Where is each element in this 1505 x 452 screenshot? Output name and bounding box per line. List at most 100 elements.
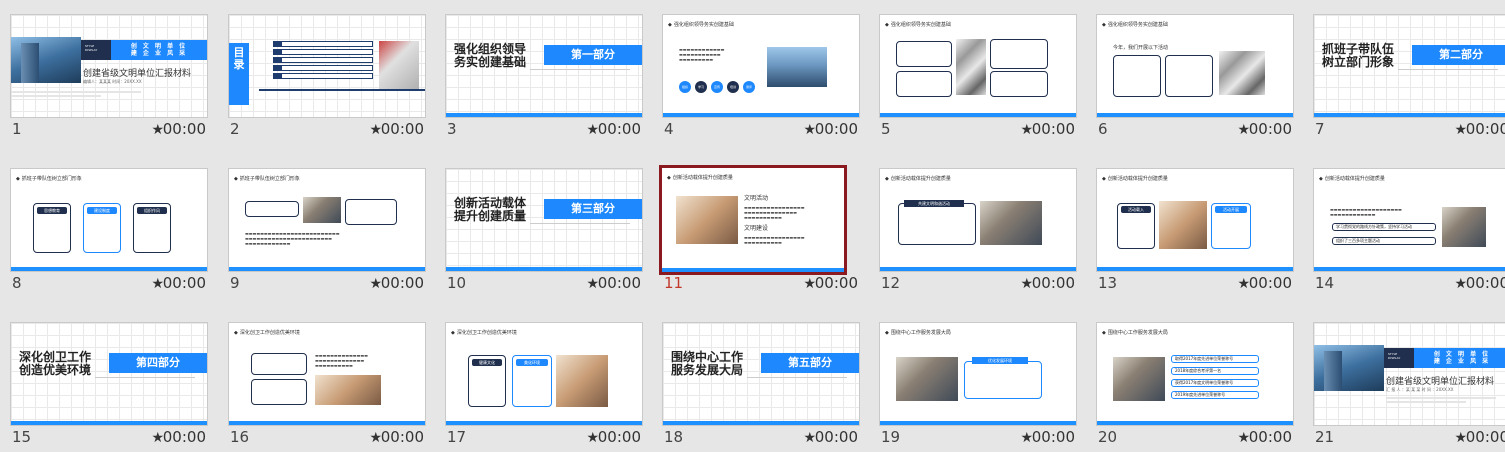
slide-header: 创新活动载体提升创建质量 <box>885 175 951 182</box>
slide-header: 深化创卫工作创造优美环境 <box>451 329 517 336</box>
building-photo <box>1314 345 1384 391</box>
slide-thumbnail[interactable]: 创新活动载体提升创建质量 共建文明和谐活动 12 ★ 00:00 <box>879 168 1077 298</box>
slide-header: 围绕中心工作服务发展大局 <box>885 329 951 336</box>
slide-number: 17 <box>447 428 467 446</box>
cover-title: 创建省级文明单位汇报材料 <box>83 69 192 79</box>
slide-number: 6 <box>1098 120 1108 138</box>
architecture-photo <box>956 39 986 95</box>
slide-number: 12 <box>881 274 901 292</box>
slide-number: 13 <box>1098 274 1118 292</box>
style-badge: STYLE DISPLAY <box>81 40 111 60</box>
section-title: 围绕中心工作 服务发展大局 <box>671 350 744 377</box>
slide-number: 2 <box>230 120 240 138</box>
slide-thumbnail[interactable]: 创新活动载体 提升创建质量 第三部分 10 ★ 00:00 <box>445 168 643 298</box>
slide-thumbnail[interactable]: STYLE DISPLAY 创 文 明 单 位建 企 业 风 采 创建省级文明单… <box>10 14 208 144</box>
building-photo <box>379 41 419 89</box>
slide-thumbnail[interactable]: STYLE DISPLAY 创 文 明 单 位建 企 业 风 采 创建省级文明单… <box>1313 322 1505 452</box>
office-photo <box>303 197 341 223</box>
slide-timing: 00:00 <box>1031 428 1075 446</box>
slide-timing: 00:00 <box>380 274 424 292</box>
cover-banner: 创 文 明 单 位建 企 业 风 采 <box>111 40 207 60</box>
slide-timing: 00:00 <box>380 120 424 138</box>
slide-number: 9 <box>230 274 240 292</box>
slide-thumbnail[interactable]: 围绕中心工作 服务发展大局 第五部分 18 ★ 00:00 <box>662 322 860 452</box>
section-badge: 第三部分 <box>544 199 642 219</box>
slide-number: 18 <box>664 428 684 446</box>
slide-preview[interactable]: 创新活动载体提升创建质量 文明活动 ▬▬▬▬▬▬▬▬▬▬▬▬▬▬▬▬▬▬▬▬▬▬… <box>659 165 847 275</box>
meeting-photo <box>896 357 958 401</box>
team-photo <box>1113 357 1165 401</box>
style-badge: STYLE DISPLAY <box>1384 348 1414 368</box>
slide-number: 16 <box>230 428 250 446</box>
slide-preview[interactable]: 抓班子带队伍树立部门形象 ▬▬▬▬▬▬▬▬▬▬▬▬▬▬▬▬▬▬▬▬▬▬▬▬▬▬▬… <box>228 168 426 272</box>
section-badge: 第四部分 <box>109 353 207 373</box>
slide-preview[interactable]: 抓班子带队伍树立部门形象 思想教育 建设制度 组织作风 <box>10 168 208 272</box>
office-photo <box>980 201 1042 245</box>
slide-timing: 00:00 <box>814 428 858 446</box>
slide-thumbnail[interactable]: 创新活动载体提升创建质量 活动载入 活动开展 13 ★ 00:00 <box>1096 168 1294 298</box>
slide-preview[interactable]: 强化组织领导务实创建基础 今年，我们开展以下活动 <box>1096 14 1294 118</box>
slide-thumbnail[interactable]: 围绕中心工作服务发展大局 优化发展环境 19 ★ 00:00 <box>879 322 1077 452</box>
slide-header: 强化组织领导务实创建基础 <box>668 21 734 28</box>
slide-preview[interactable]: STYLE DISPLAY 创 文 明 单 位建 企 业 风 采 创建省级文明单… <box>10 14 208 118</box>
slide-number: 4 <box>664 120 674 138</box>
slide-thumbnail[interactable]: 强化组织领导务实创建基础 5 ★ 00:00 <box>879 14 1077 144</box>
person-photo <box>556 355 608 407</box>
slide-preview[interactable]: STYLE DISPLAY 创 文 明 单 位建 企 业 风 采 创建省级文明单… <box>1313 322 1505 426</box>
slide-timing: 00:00 <box>597 428 641 446</box>
slide-timing: 00:00 <box>162 120 206 138</box>
slide-number: 14 <box>1315 274 1335 292</box>
architecture-photo <box>1219 51 1265 95</box>
slide-preview[interactable]: 创新活动载体提升创建质量 ▬▬▬▬▬▬▬▬▬▬▬▬▬▬▬▬▬▬▬▬▬▬▬▬▬▬▬… <box>1313 168 1505 272</box>
slide-thumbnail[interactable]: 创新活动载体提升创建质量 ▬▬▬▬▬▬▬▬▬▬▬▬▬▬▬▬▬▬▬▬▬▬▬▬▬▬▬… <box>1313 168 1505 298</box>
slide-preview[interactable]: 围绕中心工作服务发展大局 取得2017年度先进单位荣誉称号 2018年度综合考评… <box>1096 322 1294 426</box>
slide-preview[interactable]: 深化创卫工作创造优美环境 ▬▬▬▬▬▬▬▬▬▬▬▬▬▬▬▬▬▬▬▬▬▬▬▬▬▬▬… <box>228 322 426 426</box>
slide-preview[interactable]: 强化组织领导 务实创建基础 第一部分 <box>445 14 643 118</box>
slide-preview[interactable]: 强化组织领导务实创建基础 ▬▬▬▬▬▬▬▬▬▬▬▬▬▬▬▬▬▬▬▬▬▬▬▬▬▬▬… <box>662 14 860 118</box>
slide-header: 强化组织领导务实创建基础 <box>1102 21 1168 28</box>
slide-thumbnail[interactable]: 深化创卫工作创造优美环境 健康文化 美化环境 17 ★ 00:00 <box>445 322 643 452</box>
slide-preview[interactable]: 创新活动载体提升创建质量 共建文明和谐活动 <box>879 168 1077 272</box>
cover-banner: 创 文 明 单 位建 企 业 风 采 <box>1414 348 1505 368</box>
slide-preview[interactable]: 深化创卫工作创造优美环境 健康文化 美化环境 <box>445 322 643 426</box>
slide-thumbnail[interactable]: 抓班子带队伍树立部门形象 思想教育 建设制度 组织作风 8 ★ 00:00 <box>10 168 208 298</box>
slide-preview[interactable]: 强化组织领导务实创建基础 <box>879 14 1077 118</box>
slide-number: 7 <box>1315 120 1325 138</box>
slide-thumbnail[interactable]: 强化组织领导务实创建基础 今年，我们开展以下活动 6 ★ 00:00 <box>1096 14 1294 144</box>
item-title: 文明建设 <box>744 225 769 232</box>
slide-thumbnail[interactable]: 抓班子带队伍树立部门形象 ▬▬▬▬▬▬▬▬▬▬▬▬▬▬▬▬▬▬▬▬▬▬▬▬▬▬▬… <box>228 168 426 298</box>
slide-thumbnail[interactable]: 围绕中心工作服务发展大局 取得2017年度先进单位荣誉称号 2018年度综合考评… <box>1096 322 1294 452</box>
slide-timing: 00:00 <box>162 274 206 292</box>
slide-thumbnail[interactable]: 目录 2 ★ 00:00 <box>228 14 426 144</box>
section-title: 抓班子带队伍 树立部门形象 <box>1322 42 1395 69</box>
slide-header: 抓班子带队伍树立部门形象 <box>16 175 82 182</box>
slide-number: 5 <box>881 120 891 138</box>
slide-thumbnail[interactable]: 抓班子带队伍 树立部门形象 第二部分 7 ★ 00:00 <box>1313 14 1505 144</box>
section-badge: 第五部分 <box>761 353 859 373</box>
slide-timing: 00:00 <box>1465 428 1505 446</box>
slide-thumbnail[interactable]: 深化创卫工作创造优美环境 ▬▬▬▬▬▬▬▬▬▬▬▬▬▬▬▬▬▬▬▬▬▬▬▬▬▬▬… <box>228 322 426 452</box>
slide-preview[interactable]: 抓班子带队伍 树立部门形象 第二部分 <box>1313 14 1505 118</box>
slide-preview[interactable]: 围绕中心工作服务发展大局 优化发展环境 <box>879 322 1077 426</box>
slide-preview[interactable]: 深化创卫工作 创造优美环境 第四部分 <box>10 322 208 426</box>
slide-header: 创新活动载体提升创建质量 <box>667 174 733 181</box>
slide-timing: 00:00 <box>1031 120 1075 138</box>
slide-number: 21 <box>1315 428 1335 446</box>
slide-preview[interactable]: 目录 <box>228 14 426 118</box>
slide-timing: 00:00 <box>1248 428 1292 446</box>
slide-preview[interactable]: 围绕中心工作 服务发展大局 第五部分 <box>662 322 860 426</box>
cover-title: 创建省级文明单位汇报材料 <box>1386 377 1495 387</box>
slide-thumbnail[interactable]: 强化组织领导 务实创建基础 第一部分 3 ★ 00:00 <box>445 14 643 144</box>
team-photo <box>1159 201 1207 249</box>
toc-label: 目录 <box>229 43 249 105</box>
slide-thumbnail-selected[interactable]: 创新活动载体提升创建质量 文明活动 ▬▬▬▬▬▬▬▬▬▬▬▬▬▬▬▬▬▬▬▬▬▬… <box>659 165 860 298</box>
slide-thumbnail[interactable]: 深化创卫工作 创造优美环境 第四部分 15 ★ 00:00 <box>10 322 208 452</box>
slide-thumbnail[interactable]: 强化组织领导务实创建基础 ▬▬▬▬▬▬▬▬▬▬▬▬▬▬▬▬▬▬▬▬▬▬▬▬▬▬▬… <box>662 14 860 144</box>
slide-preview[interactable]: 创新活动载体提升创建质量 活动载入 活动开展 <box>1096 168 1294 272</box>
toc-list <box>273 41 373 81</box>
slide-preview[interactable]: 创新活动载体 提升创建质量 第三部分 <box>445 168 643 272</box>
slide-timing: 00:00 <box>1031 274 1075 292</box>
slide-number: 1 <box>12 120 22 138</box>
section-title: 强化组织领导 务实创建基础 <box>454 42 527 69</box>
slide-timing: 00:00 <box>380 428 424 446</box>
